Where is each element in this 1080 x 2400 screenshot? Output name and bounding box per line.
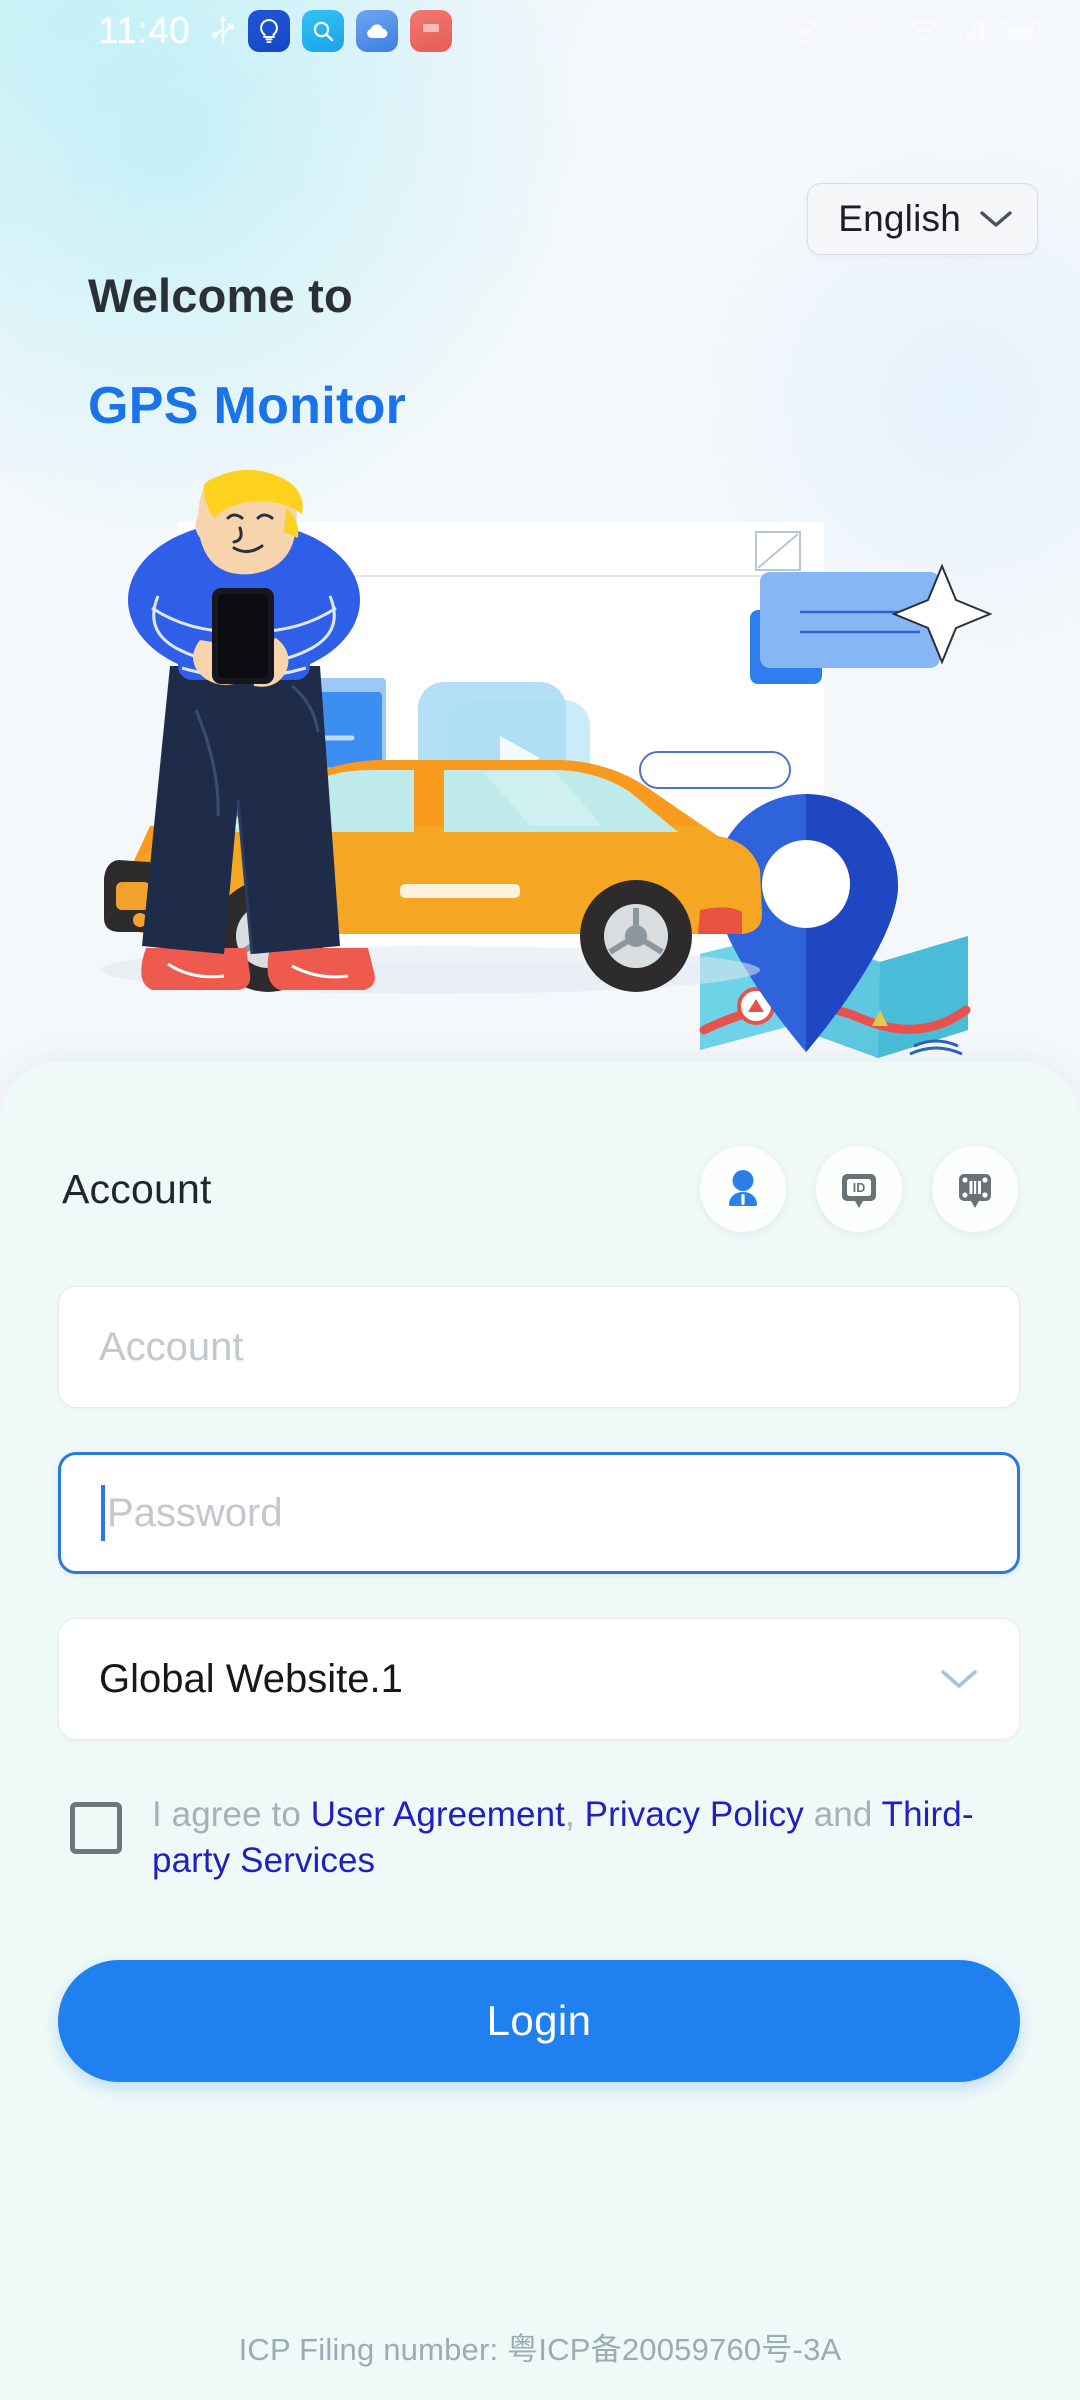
agreement-separator-2: and [803,1795,882,1834]
cloud-app-icon [356,10,399,52]
server-select[interactable]: Global Website.1 [58,1618,1020,1740]
battery-icon [1000,21,1045,41]
language-selector-label: English [838,198,961,239]
login-card: Account ID Account Password Global Websi… [0,1062,1080,2400]
search-app-icon [302,10,345,52]
user-agreement-link[interactable]: User Agreement [311,1795,565,1834]
agreement-separator-1: , [565,1795,585,1834]
account-header-row: Account ID [62,1146,1018,1232]
chevron-down-icon [980,211,1012,227]
agreement-prefix: I agree to [152,1795,311,1834]
icp-filing-footer: ICP Filing number: 粤ICP备20059760号-3A [238,2332,842,2367]
agreement-checkbox[interactable] [70,1802,122,1854]
data-speed-icon: 15.9 K/s [837,23,894,39]
id-card-icon: ID [842,1174,876,1208]
svg-text:ID: ID [853,1181,866,1195]
login-mode-id-button[interactable]: ID [816,1146,902,1232]
login-button[interactable]: Login [58,1960,1020,2082]
login-mode-button-group: ID [700,1146,1018,1232]
data-speed-value: 15.9 K/s [837,22,894,40]
hero-illustration [0,469,1080,1070]
text-cursor [101,1485,105,1541]
agreement-row[interactable]: I agree to User Agreement, Privacy Polic… [70,1792,1030,1884]
server-select-value: Global Website.1 [99,1656,403,1701]
login-mode-imei-button[interactable] [932,1146,1018,1232]
account-input[interactable]: Account [58,1286,1020,1408]
person-icon [729,1170,757,1206]
status-bar-right-icons: 15.9 K/s [787,18,1054,44]
wifi-icon [910,20,940,43]
login-mode-account-button[interactable] [700,1146,786,1232]
usb-icon [210,15,236,47]
hero-text-block: Welcome to GPS Monitor [88,268,406,436]
app-name-title: GPS Monitor [88,377,407,435]
agreement-text: I agree to User Agreement, Privacy Polic… [152,1792,1030,1884]
account-input-placeholder: Account [99,1324,244,1369]
language-selector[interactable]: English [807,183,1038,255]
password-input-placeholder: Password [107,1490,283,1535]
red-badge-app-icon [410,10,453,52]
chevron-down-icon [941,1670,977,1688]
lightbulb-app-icon [248,10,291,52]
eye-icon [787,19,823,43]
welcome-line: Welcome to [88,269,353,322]
status-time: 11:40 [98,10,191,51]
account-section-title: Account [62,1165,212,1212]
privacy-policy-link[interactable]: Privacy Policy [585,1795,804,1834]
password-input[interactable]: Password [58,1452,1020,1574]
status-bar: 11:40 15.9 K/s [0,0,1080,62]
signal-icon [958,21,984,42]
imei-device-icon [959,1174,991,1208]
